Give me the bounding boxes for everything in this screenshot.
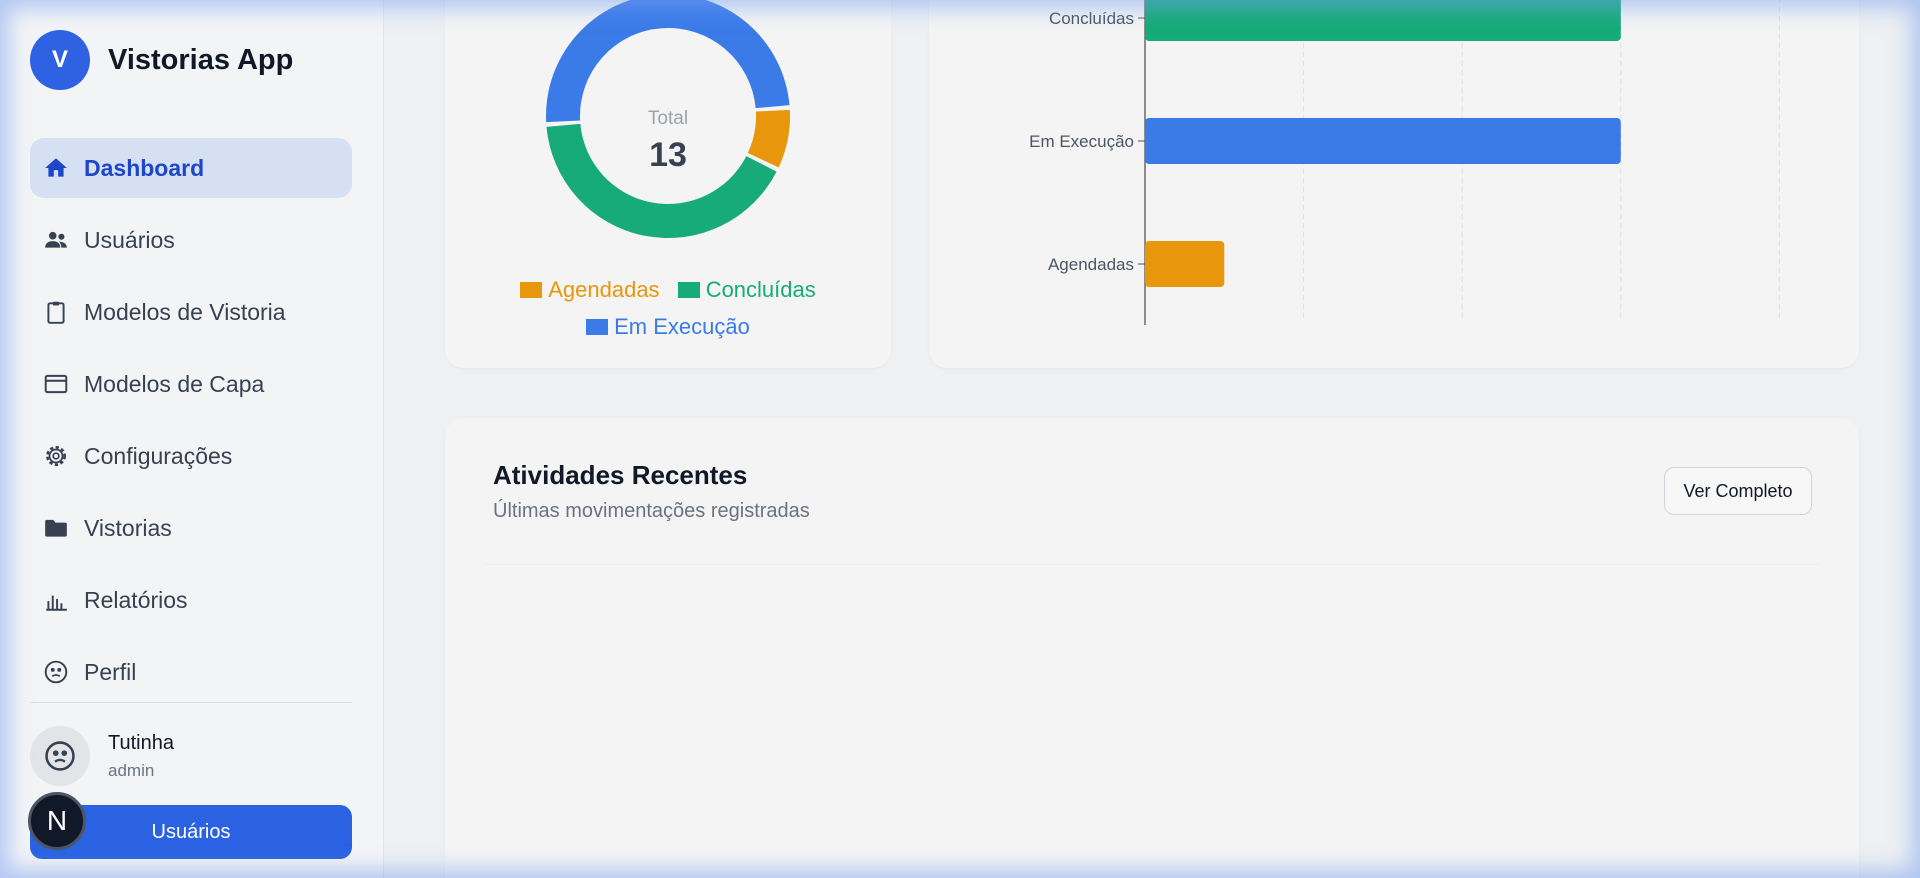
donut-center-value: 13 [649, 136, 687, 174]
sidebar-nav: Dashboard Usuários Modelos de Vistoria M… [30, 138, 352, 714]
donut-slice-2[interactable] [546, 0, 790, 123]
sidebar-item-label: Perfil [84, 658, 137, 685]
sidebar-item-label: Modelos de Capa [84, 370, 265, 397]
section-subtitle: Últimas movimentações registradas [493, 500, 810, 522]
sidebar-divider [30, 702, 352, 703]
user-name: Tutinha [108, 731, 174, 754]
y-tick-label: Agendadas [1048, 255, 1134, 274]
status-bar-card: Concluídas Em Execução Agendadas [929, 0, 1859, 368]
y-tick-label: Em Execução [1029, 132, 1134, 151]
sidebar-item-label: Dashboard [84, 154, 205, 181]
recent-activities-card: Atividades Recentes Últimas movimentaçõe… [445, 418, 1859, 878]
section-title: Atividades Recentes [493, 460, 748, 490]
nextjs-badge[interactable]: N [28, 792, 86, 850]
legend-item-em-execucao[interactable]: Em Execução [586, 309, 750, 345]
sidebar-item-label: Modelos de Vistoria [84, 298, 286, 325]
sidebar-item-usuarios[interactable]: Usuários [30, 210, 352, 270]
home-icon [42, 154, 70, 182]
clipboard-icon [42, 298, 70, 326]
users-icon [42, 226, 70, 254]
donut-legend: Agendadas Concluídas Em Execução [445, 272, 891, 346]
ver-completo-button[interactable]: Ver Completo [1664, 467, 1812, 515]
brand-name: Vistorias App [108, 43, 294, 76]
bar-chart-icon [42, 586, 70, 614]
legend-label: Agendadas [548, 277, 660, 302]
user-role: admin [108, 760, 155, 780]
sidebar-item-label: Vistorias [84, 514, 172, 541]
bar-1[interactable] [1145, 118, 1621, 164]
bar-chart: Concluídas Em Execução Agendadas [1029, 0, 1780, 325]
sidebar-item-vistorias[interactable]: Vistorias [30, 498, 352, 558]
sidebar: V Vistorias App Dashboard Usuários Model… [0, 0, 384, 878]
gear-icon [42, 442, 70, 470]
bar-0[interactable] [1145, 0, 1621, 41]
sidebar-item-dashboard[interactable]: Dashboard [30, 138, 352, 198]
donut-center-label: Total [648, 108, 688, 129]
sidebar-item-modelos-vistoria[interactable]: Modelos de Vistoria [30, 282, 352, 342]
legend-label: Em Execução [614, 314, 750, 339]
donut-chart: Total 13 [546, 0, 790, 238]
brand-logo: V [30, 30, 90, 90]
section-divider [485, 564, 1819, 565]
legend-swatch [520, 282, 543, 298]
y-tick-label: Concluídas [1049, 9, 1134, 28]
user-profile[interactable]: Tutinha admin [30, 726, 174, 786]
status-donut-card: Total 13 Agendadas Concluídas Em Execuçã… [445, 0, 891, 368]
face-icon [42, 658, 70, 686]
sidebar-item-label: Usuários [84, 226, 175, 253]
sidebar-item-label: Configurações [84, 442, 233, 469]
legend-swatch [677, 282, 700, 298]
sidebar-item-modelos-capa[interactable]: Modelos de Capa [30, 354, 352, 414]
legend-item-concluidas[interactable]: Concluídas [677, 272, 816, 308]
sidebar-item-relatorios[interactable]: Relatórios [30, 570, 352, 630]
legend-swatch [586, 319, 609, 335]
sidebar-item-label: Relatórios [84, 586, 188, 613]
brand: V Vistorias App [30, 30, 293, 90]
card-icon [42, 370, 70, 398]
bar-2[interactable] [1145, 241, 1225, 287]
legend-item-agendadas[interactable]: Agendadas [520, 272, 660, 308]
face-icon [45, 741, 75, 771]
avatar [30, 726, 90, 786]
sidebar-item-perfil[interactable]: Perfil [30, 642, 352, 702]
donut-slice-0[interactable] [747, 109, 790, 168]
legend-label: Concluídas [705, 277, 816, 302]
sidebar-item-configuracoes[interactable]: Configurações [30, 426, 352, 486]
folder-icon [42, 514, 70, 542]
